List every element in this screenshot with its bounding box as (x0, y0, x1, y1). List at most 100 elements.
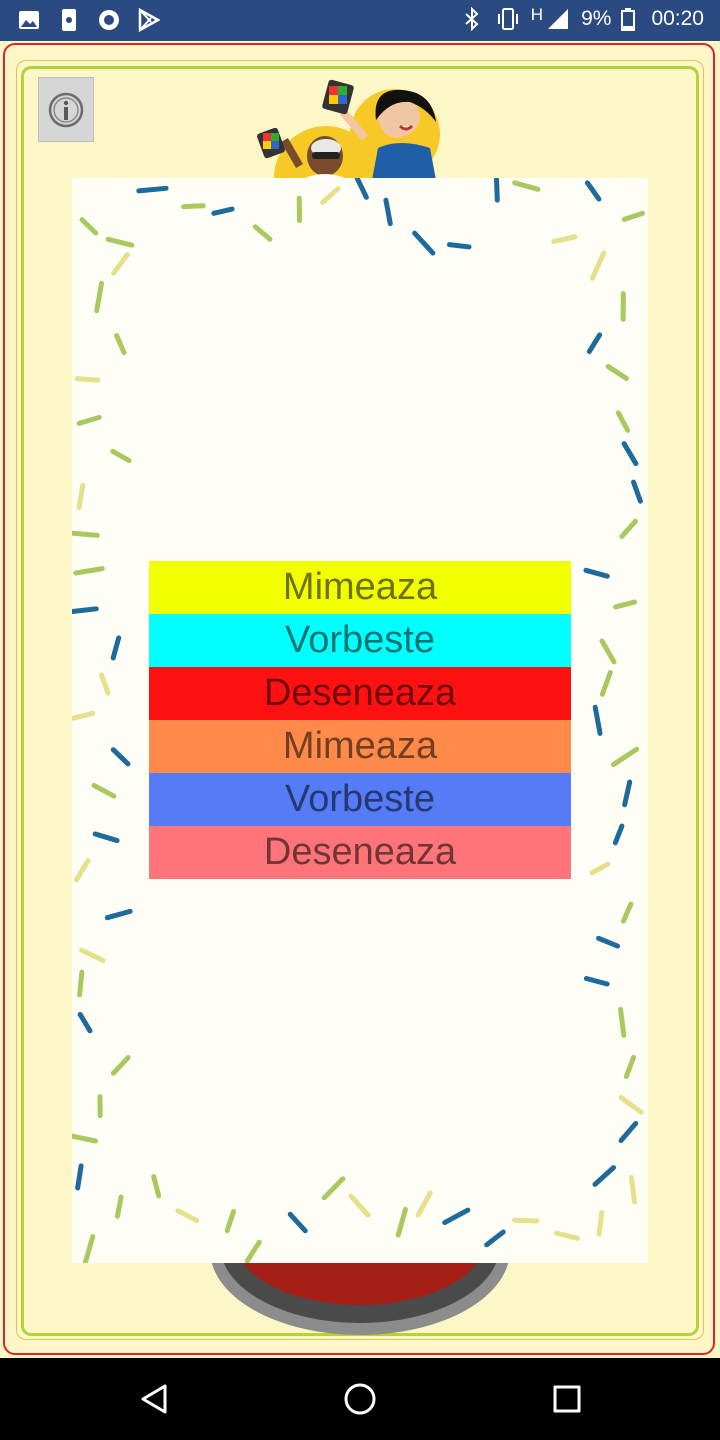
confetti-piece (596, 1210, 605, 1237)
confetti-piece (114, 333, 127, 356)
confetti-piece (287, 1211, 308, 1234)
confetti-piece (76, 414, 102, 426)
option-deseneaza-1[interactable]: Deseneaza (149, 667, 571, 720)
confetti-piece (613, 599, 638, 610)
confetti-piece (73, 566, 105, 576)
confetti-piece (621, 441, 639, 467)
option-mimeaza-2[interactable]: Mimeaza (149, 720, 571, 773)
confetti-piece (599, 638, 617, 665)
confetti-piece (618, 1120, 639, 1144)
phone-notification-icon (56, 7, 82, 33)
confetti-piece (612, 823, 625, 846)
network-type: H (530, 5, 544, 24)
signal-icon (545, 6, 571, 32)
confetti-piece (79, 947, 106, 963)
option-deseneaza-2[interactable]: Deseneaza (149, 826, 571, 879)
home-circle-icon[interactable] (337, 1376, 383, 1422)
confetti-piece (110, 1055, 131, 1076)
mascot-illustration (250, 78, 450, 230)
confetti-piece (584, 180, 602, 202)
confetti-piece (446, 242, 472, 250)
option-vorbeste-1[interactable]: Vorbeste (149, 614, 571, 667)
confetti-piece (583, 976, 610, 987)
confetti-piece (244, 1239, 262, 1263)
confetti-piece (631, 479, 643, 504)
option-vorbeste-2[interactable]: Vorbeste (149, 773, 571, 826)
confetti-piece (623, 1054, 637, 1080)
info-icon (48, 92, 84, 127)
confetti-piece (511, 1217, 540, 1224)
confetti-piece (605, 364, 629, 381)
confetti-piece (224, 1208, 237, 1234)
confetti-piece (622, 779, 633, 808)
confetti-piece (354, 178, 369, 200)
confetti-piece (321, 1176, 346, 1201)
confetti-piece (599, 669, 613, 697)
confetti-piece (611, 746, 640, 767)
confetti-piece (628, 1174, 638, 1205)
confetti-piece (442, 1207, 471, 1226)
confetti-piece (111, 252, 130, 276)
confetti-piece (74, 858, 91, 883)
confetti-piece (320, 186, 341, 205)
confetti-piece (589, 861, 611, 876)
confetti-piece (586, 332, 603, 355)
play-store-notification-icon (136, 7, 162, 33)
confetti-piece (494, 178, 500, 203)
confetti-piece (512, 180, 541, 192)
confetti-piece (105, 236, 135, 248)
confetti-piece (592, 704, 603, 736)
confetti-piece (92, 831, 120, 844)
confetti-piece (72, 530, 100, 538)
clock: 00:20 (651, 7, 704, 30)
confetti-piece (553, 1230, 580, 1241)
confetti-piece (151, 1174, 162, 1199)
confetti-piece (91, 782, 117, 799)
vibrate-icon (495, 6, 521, 32)
confetti-piece (415, 1190, 433, 1218)
confetti-piece (98, 672, 111, 696)
confetti-piece (77, 1011, 93, 1034)
confetti-piece (621, 210, 646, 222)
confetti-piece (619, 518, 638, 539)
confetti-piece (75, 1163, 84, 1191)
confetti-piece (82, 1233, 96, 1263)
confetti-piece (596, 935, 621, 949)
confetti-piece (181, 203, 206, 210)
confetti-piece (104, 908, 133, 921)
confetti-piece (551, 234, 578, 245)
confetti-piece (620, 901, 634, 924)
confetti-piece (395, 1206, 408, 1238)
option-mimeaza-1[interactable]: Mimeaza (149, 561, 571, 614)
confetti-piece (72, 606, 99, 614)
confetti-piece (484, 1229, 506, 1248)
confetti-piece (252, 224, 273, 242)
sync-notification-icon (96, 7, 122, 33)
back-triangle-icon[interactable] (131, 1376, 177, 1422)
bluetooth-icon (459, 6, 485, 32)
navigation-bar (0, 1358, 720, 1440)
confetti-piece (114, 1194, 124, 1219)
confetti-piece (79, 217, 99, 236)
gallery-notification-icon (16, 7, 42, 33)
confetti-piece (94, 280, 105, 314)
confetti-piece (615, 410, 631, 433)
confetti-piece (211, 206, 235, 216)
confetti-piece (618, 1006, 627, 1038)
confetti-piece (72, 710, 96, 722)
confetti-piece (110, 747, 131, 767)
recents-square-icon[interactable] (544, 1376, 590, 1422)
confetti-piece (348, 1193, 371, 1218)
info-button[interactable] (38, 77, 94, 142)
confetti-piece (383, 197, 393, 227)
confetti-piece (583, 567, 610, 579)
battery-icon (615, 6, 641, 32)
confetti-piece (589, 250, 607, 281)
confetti-piece (110, 448, 132, 464)
confetti-piece (175, 1208, 200, 1224)
confetti-piece (136, 185, 169, 194)
battery-percent: 9% (581, 7, 612, 30)
confetti-piece (110, 635, 122, 661)
confetti-piece (412, 230, 436, 256)
confetti-piece (77, 969, 85, 998)
